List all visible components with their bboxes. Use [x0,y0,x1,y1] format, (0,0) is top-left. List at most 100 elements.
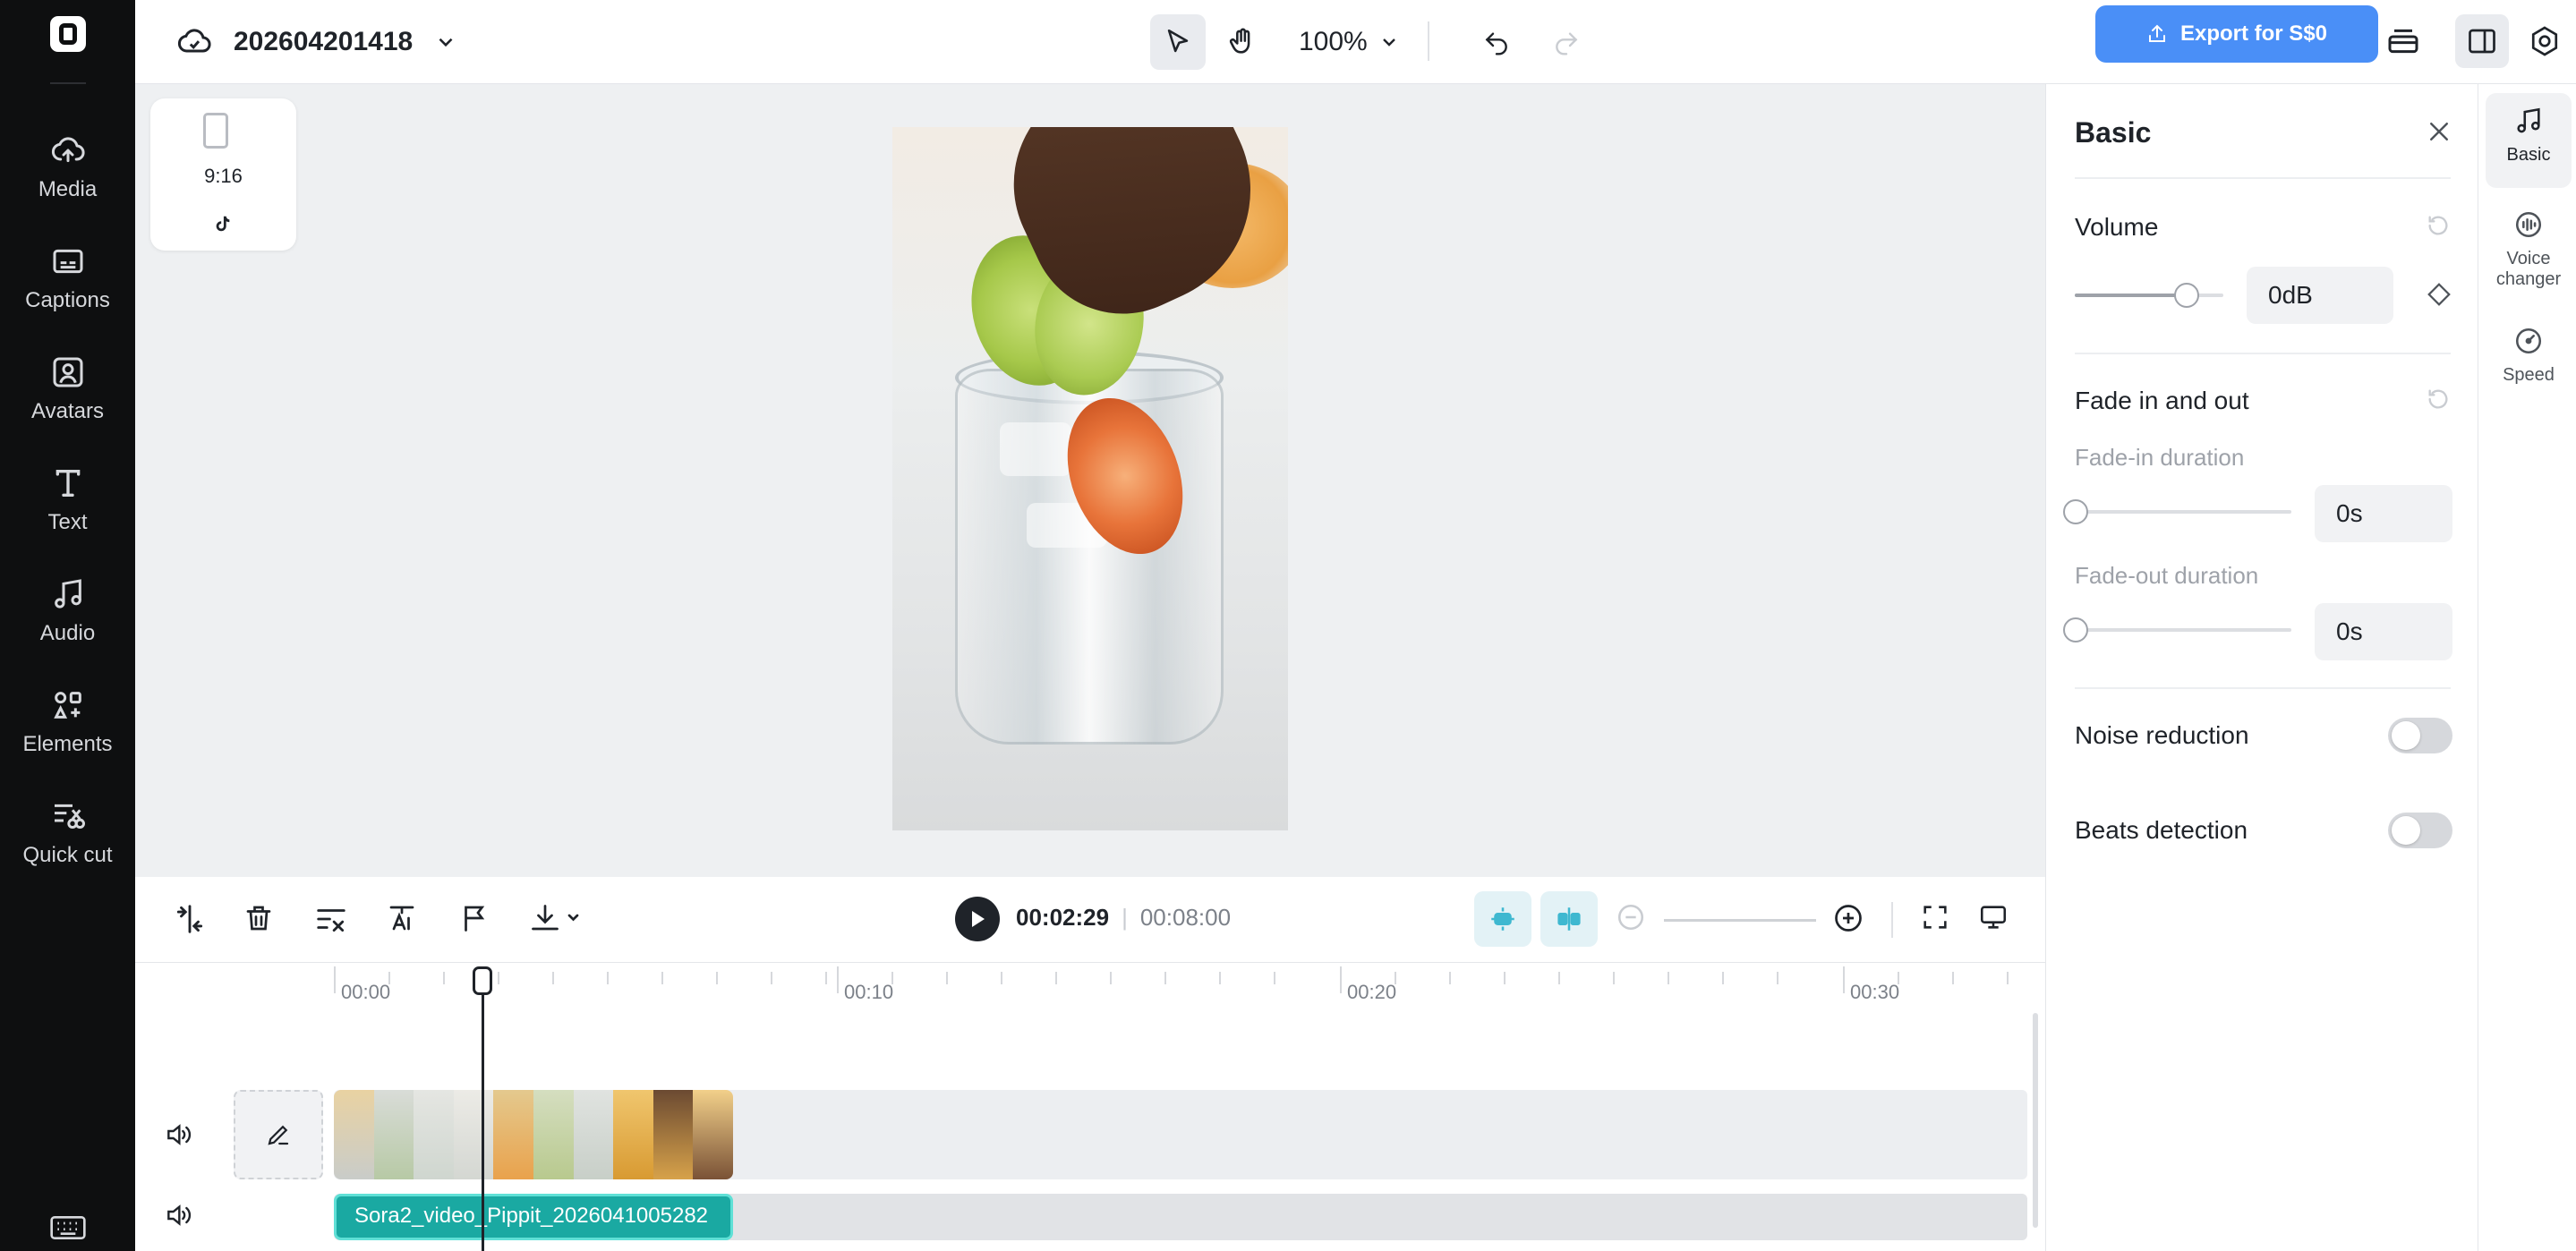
rail-item-audio[interactable]: Audio [0,576,135,648]
video-clip[interactable] [334,1090,733,1179]
preview-canvas: 9:16 [135,84,2045,877]
tab-voice-changer[interactable]: Voice changer [2486,197,2572,304]
toolbar-divider [1428,21,1429,61]
trim-icon[interactable] [314,902,348,940]
link-tracks-button[interactable] [1540,891,1598,947]
fade-in-slider-knob[interactable] [2063,499,2088,524]
ruler-label: 00:00 [341,981,391,1003]
edit-cover-button[interactable] [234,1090,323,1179]
phone-ratio-icon [203,113,228,149]
zoom-out-icon[interactable] [1616,902,1646,937]
rail-item-label: Avatars [31,399,104,423]
rail-item-captions[interactable]: Captions [0,243,135,315]
play-button[interactable] [955,897,1000,941]
captions-icon [53,249,82,274]
timeline-scrollbar[interactable] [2033,1013,2038,1228]
ruler-tick [443,972,445,984]
rail-item-label: Elements [22,732,113,756]
app-logo-icon[interactable] [50,16,86,52]
delete-icon[interactable] [243,902,275,939]
ruler-label: 00:20 [1347,981,1397,1003]
ruler-tick [661,972,663,984]
split-icon[interactable] [173,902,207,940]
video-track-volume-icon[interactable] [164,1120,192,1153]
select-tool-button[interactable] [1150,14,1206,70]
beats-detection-toggle[interactable] [2388,813,2452,848]
rail-item-quick-cut[interactable]: Quick cut [0,798,135,870]
play-icon [972,911,985,927]
noise-reduction-label: Noise reduction [2075,721,2249,749]
keyboard-icon[interactable] [50,1213,86,1247]
tab-basic[interactable]: Basic [2486,93,2572,188]
volume-slider-knob[interactable] [2174,283,2199,308]
hand-icon [1229,28,1250,54]
fade-out-label: Fade-out duration [2075,562,2259,589]
project-title-group[interactable]: 202604201418 [176,20,457,64]
settings-button[interactable] [2518,14,2572,68]
top-bar: 202604201418 100% Export for S$0 [135,0,2576,84]
undo-button[interactable] [1469,14,1524,70]
fade-in-value-field[interactable]: 0s [2315,485,2452,542]
video-preview[interactable] [892,127,1288,830]
audio-track-volume-icon[interactable] [164,1201,192,1234]
playhead-handle[interactable] [473,966,492,995]
ruler-tick [771,972,772,984]
close-icon[interactable] [2426,118,2452,149]
zoom-in-icon[interactable] [1832,902,1864,939]
chevron-down-icon [1382,38,1395,47]
timeline-toolbar: 00:02:29 | 00:08:00 [135,877,2045,963]
audio-clip[interactable]: Sora2_video_Pippit_2026041005282 [334,1194,733,1240]
ruler-tick [1668,972,1669,984]
ruler-tick [1340,966,1342,993]
project-name: 202604201418 [234,27,414,56]
reset-icon[interactable] [2426,387,2451,416]
fullscreen-icon[interactable] [1920,902,1950,937]
rail-item-avatars[interactable]: Avatars [0,354,135,426]
redo-button[interactable] [1539,14,1594,70]
volume-value-field[interactable]: 0dB [2247,267,2393,324]
gear-icon [2531,26,2558,56]
noise-reduction-toggle[interactable] [2388,718,2452,753]
left-rail: Media Captions Avatars Text Audio Elemen… [0,0,135,1251]
ruler-tick [1898,972,1899,984]
fade-out-slider-knob[interactable] [2063,617,2088,643]
screen-preview-icon[interactable] [1977,902,2009,937]
ruler-tick [1613,972,1615,984]
playhead[interactable] [482,981,484,1251]
layers-button[interactable] [2376,14,2430,68]
audio-clip-name: Sora2_video_Pippit_2026041005282 [354,1204,709,1228]
toolbar-divider [1891,902,1893,938]
music-note-icon [2517,107,2540,133]
download-dropdown[interactable] [529,902,583,939]
reset-icon[interactable] [2426,213,2451,243]
fade-in-label: Fade-in duration [2075,444,2245,471]
rail-item-elements[interactable]: Elements [0,687,135,759]
rail-item-label: Media [38,177,98,201]
undo-icon [1485,32,1507,55]
ruler-tick [1843,966,1845,993]
export-button[interactable]: Export for S$0 [2095,5,2378,63]
music-note-icon [54,579,81,608]
auto-snap-button[interactable] [1474,891,1531,947]
volume-slider-fill [2075,294,2188,297]
rail-item-text[interactable]: Text [0,465,135,537]
fade-out-value-field[interactable]: 0s [2315,603,2452,660]
fade-out-slider[interactable] [2075,628,2291,632]
rail-item-media[interactable]: Media [0,132,135,204]
ruler-tick [1274,972,1275,984]
zoom-select[interactable]: 100% [1299,16,1400,68]
tab-speed[interactable]: Speed [2486,313,2572,403]
ruler-tick [1395,972,1396,984]
flag-icon[interactable] [459,902,491,939]
keyframe-icon[interactable] [2426,281,2452,312]
tab-label: Voice changer [2495,249,2562,289]
ruler-tick [2007,972,2009,984]
timeline-zoom-slider[interactable] [1664,919,1816,922]
fade-in-slider[interactable] [2075,510,2291,514]
text-to-speech-icon[interactable] [386,902,418,939]
split-view-icon [1557,907,1581,931]
hand-tool-button[interactable] [1215,14,1270,70]
aspect-ratio-card[interactable]: 9:16 [150,98,296,251]
panel-toggle-button[interactable] [2455,14,2509,68]
divider [2075,177,2451,179]
